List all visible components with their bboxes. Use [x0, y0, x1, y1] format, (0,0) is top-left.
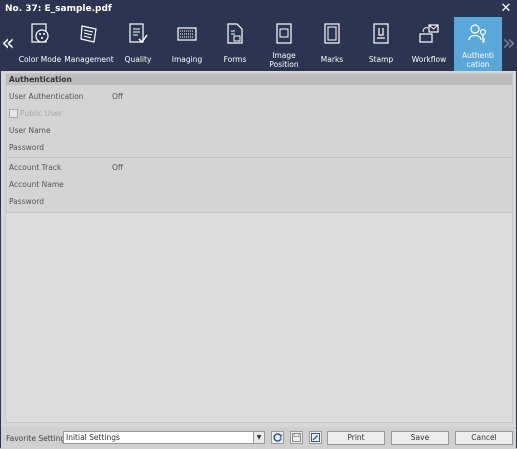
user-authentication-label: User Authentication — [9, 92, 84, 101]
tab-label-line: Authenti — [462, 51, 494, 60]
tab-label: Authenti cation — [452, 51, 504, 69]
account-name-label: Account Name — [9, 180, 64, 189]
user-authentication-group: User Authentication Off Public User User… — [6, 85, 512, 158]
forms-icon — [227, 23, 243, 44]
authentication-icon — [468, 24, 487, 43]
tab-label: Marks — [320, 55, 344, 64]
tab-label: Quality — [124, 55, 152, 64]
chevron-down-icon[interactable]: ▼ — [253, 432, 264, 443]
user-name-label: User Name — [9, 126, 51, 135]
scroll-left-icon[interactable]: « — [1, 29, 15, 59]
image-position-icon — [276, 23, 292, 44]
stamp-icon — [373, 23, 389, 44]
print-button[interactable]: Print — [327, 431, 385, 445]
title-bar: No. 37: E_sample.pdf ✕ — [1, 1, 516, 17]
password-label: Password — [9, 143, 45, 152]
tab-label: Workflow — [411, 55, 447, 64]
save-favorite-button[interactable] — [290, 431, 303, 444]
favorite-setting-select[interactable]: Initial Settings ▼ — [63, 431, 265, 444]
favorite-setting-label: Favorite Setting — [6, 434, 66, 443]
tab-label: Image Position — [269, 51, 299, 69]
tab-quality[interactable]: Quality — [114, 17, 162, 71]
save-button[interactable]: Save — [391, 431, 449, 445]
settings-toolbar: « Color Mode Management Quality Imaging … — [1, 17, 516, 71]
edit-favorite-button[interactable] — [309, 431, 322, 444]
tab-label: Color Mode — [18, 55, 62, 64]
workflow-icon — [419, 24, 439, 43]
user-authentication-value[interactable]: Off — [112, 92, 123, 101]
tab-imaging[interactable]: Imaging — [163, 17, 211, 71]
tab-image-position[interactable]: Image Position — [260, 17, 308, 71]
tab-authentication[interactable]: Authenti cation — [454, 17, 502, 71]
scroll-right-icon[interactable]: » — [502, 29, 516, 59]
tab-marks[interactable]: Marks — [308, 17, 356, 71]
marks-icon — [324, 23, 340, 44]
refresh-button[interactable] — [271, 431, 284, 444]
color-mode-icon — [31, 23, 49, 43]
job-settings-window: No. 37: E_sample.pdf ✕ « Color Mode Mana… — [0, 0, 517, 449]
tab-label: Management — [64, 55, 114, 64]
account-track-label: Account Track — [9, 163, 62, 172]
tab-color-mode[interactable]: Color Mode — [16, 17, 64, 71]
refresh-icon — [273, 433, 283, 442]
bottom-bar: Favorite Setting Initial Settings ▼ Prin… — [1, 427, 516, 449]
tab-management[interactable]: Management — [64, 17, 114, 71]
tab-label-line: cation — [466, 60, 490, 69]
close-icon[interactable]: ✕ — [500, 1, 512, 17]
favorite-setting-value: Initial Settings — [66, 433, 120, 442]
tab-label: Imaging — [171, 55, 203, 64]
public-user-label: Public User — [20, 109, 62, 118]
cancel-button[interactable]: Cancel — [455, 431, 513, 445]
account-track-value[interactable]: Off — [112, 163, 123, 172]
authentication-panel: Authentication User Authentication Off P… — [5, 73, 513, 423]
tab-workflow[interactable]: Workflow — [405, 17, 453, 71]
imaging-icon — [177, 27, 197, 41]
tab-forms[interactable]: Forms — [211, 17, 259, 71]
section-header: Authentication — [6, 74, 512, 85]
edit-icon — [311, 433, 320, 442]
quality-icon — [129, 23, 148, 44]
floppy-disk-icon — [292, 433, 301, 442]
tab-label: Stamp — [368, 55, 394, 64]
account-password-label: Password — [9, 197, 45, 206]
window-title: No. 37: E_sample.pdf — [5, 4, 112, 14]
management-icon — [80, 25, 97, 43]
account-track-group: Account Track Off Account Name Password — [6, 158, 512, 213]
tab-label: Forms — [223, 55, 247, 64]
public-user-checkbox[interactable] — [9, 109, 18, 118]
tab-stamp[interactable]: Stamp — [357, 17, 405, 71]
